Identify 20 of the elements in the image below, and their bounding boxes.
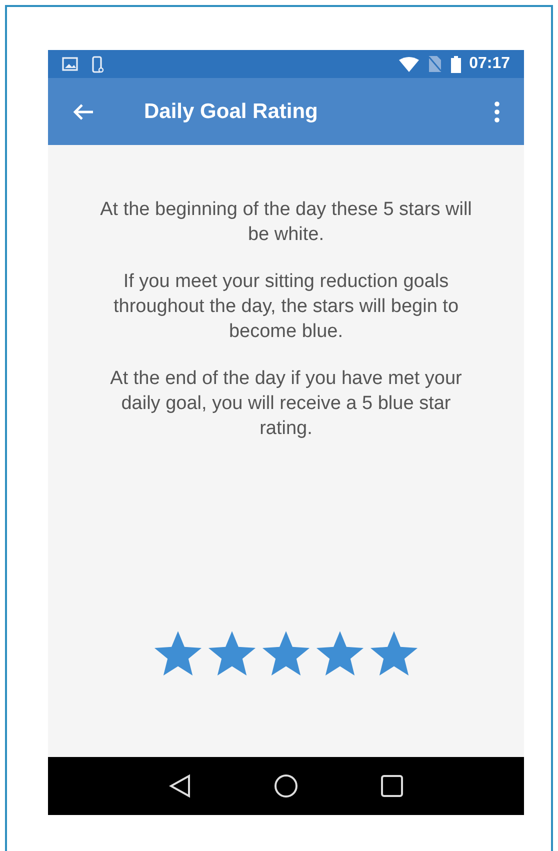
toolbar-title: Daily Goal Rating: [144, 98, 318, 125]
star-icon: [315, 630, 365, 678]
instruction-text: At the beginning of the day these 5 stars will be white.: [99, 198, 473, 247]
star-icon: [261, 630, 311, 678]
wifi-icon: [399, 56, 420, 72]
back-arrow-icon[interactable]: [72, 102, 94, 120]
status-time: 07:17: [469, 54, 510, 74]
instruction-text: If you meet your sitting reduction goals throughout the day, the stars will begin to become blue.: [112, 270, 460, 344]
phone-icon: [92, 56, 104, 72]
back-icon[interactable]: [169, 774, 192, 798]
home-icon[interactable]: [274, 774, 298, 798]
star-icon: [153, 630, 203, 678]
image-icon: [62, 57, 78, 71]
no-sim-icon: [429, 56, 442, 72]
star-icon: [207, 630, 257, 678]
star-icon: [369, 630, 419, 678]
recents-icon[interactable]: [380, 775, 403, 797]
overflow-menu-icon[interactable]: [494, 100, 500, 122]
instruction-text: At the end of the day if you have met your daily goal, you will receive a 5 blue star rating.: [109, 367, 463, 441]
battery-icon: [451, 56, 462, 72]
